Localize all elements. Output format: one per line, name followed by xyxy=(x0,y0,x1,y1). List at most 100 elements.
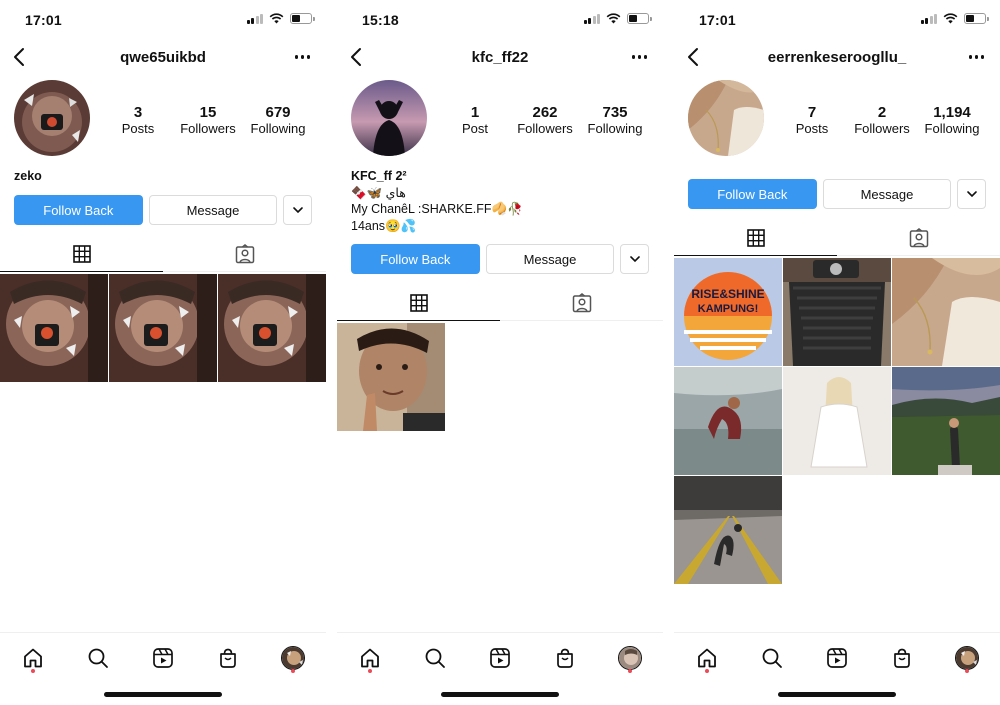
post-thumbnail[interactable]: RISE&SHINE KAMPUNG! xyxy=(674,258,782,366)
chevron-down-icon[interactable] xyxy=(620,244,649,274)
battery-icon xyxy=(627,13,652,24)
post-thumbnail[interactable] xyxy=(674,367,782,475)
avatar[interactable] xyxy=(688,80,764,156)
profile-stats: 7 Posts 2 Followers 1,194 Following xyxy=(777,104,987,137)
search-icon[interactable] xyxy=(83,643,113,673)
profile-stats: 1 Post 262 Followers 735 Following xyxy=(440,104,650,137)
home-indicator xyxy=(441,692,559,697)
avatar[interactable] xyxy=(351,80,427,156)
post-thumbnail[interactable] xyxy=(892,367,1000,475)
tab-grid[interactable] xyxy=(674,220,837,256)
post-thumbnail[interactable] xyxy=(218,274,326,382)
post-thumbnail[interactable] xyxy=(783,367,891,475)
status-time: 15:18 xyxy=(362,12,399,28)
profile-tabs xyxy=(674,220,1000,256)
wifi-icon xyxy=(943,13,958,24)
notification-dot xyxy=(965,669,969,673)
post-thumbnail[interactable] xyxy=(337,323,445,431)
tagged-person-icon xyxy=(572,293,591,313)
notification-dot xyxy=(705,669,709,673)
bio: KFC_ff 2² 🍫🦋 هاي My ChanêL :SHARKE.FF🥠🥀 … xyxy=(351,168,523,234)
chevron-down-icon[interactable] xyxy=(957,179,986,209)
bio-name: KFC_ff 2² xyxy=(351,169,407,183)
more-horizontal-icon[interactable] xyxy=(294,55,310,59)
bio-line: 🍫🦋 هاي xyxy=(351,185,406,200)
profile-stats: 3 Posts 15 Followers 679 Following xyxy=(103,104,313,137)
tab-tagged[interactable] xyxy=(163,236,326,272)
stat-followers[interactable]: 15 Followers xyxy=(173,104,243,137)
tab-tagged[interactable] xyxy=(500,285,663,321)
signal-icon xyxy=(583,13,600,24)
reels-icon[interactable] xyxy=(148,643,178,673)
profile-tabs xyxy=(0,236,326,272)
wifi-icon xyxy=(269,13,284,24)
follow-back-button[interactable]: Follow Back xyxy=(14,195,143,225)
action-buttons: Follow Back Message xyxy=(14,195,312,225)
post-thumbnail[interactable] xyxy=(109,274,217,382)
profile-username: eerrenkeseroogllu_ xyxy=(767,49,907,66)
shop-icon[interactable] xyxy=(887,643,917,673)
signal-icon xyxy=(246,13,263,24)
post-thumbnail[interactable] xyxy=(0,274,108,382)
message-button[interactable]: Message xyxy=(485,244,615,274)
message-button[interactable]: Message xyxy=(148,195,278,225)
tab-tagged[interactable] xyxy=(837,220,1000,256)
post-text: RISE&SHINE xyxy=(691,287,764,301)
avatar[interactable] xyxy=(14,80,90,156)
tab-grid[interactable] xyxy=(337,285,500,321)
battery-icon xyxy=(290,13,315,24)
post-thumbnail[interactable] xyxy=(674,476,782,584)
post-thumbnail[interactable] xyxy=(892,258,1000,366)
notification-dot xyxy=(628,669,632,673)
follow-back-button[interactable]: Follow Back xyxy=(688,179,817,209)
notification-dot xyxy=(368,669,372,673)
stat-followers[interactable]: 262 Followers xyxy=(510,104,580,137)
post-grid xyxy=(0,274,326,382)
grid-icon xyxy=(409,294,428,312)
action-buttons: Follow Back Message xyxy=(688,179,986,209)
stat-following[interactable]: 735 Following xyxy=(580,104,650,137)
reels-icon[interactable] xyxy=(822,643,852,673)
more-horizontal-icon[interactable] xyxy=(968,55,984,59)
status-icons xyxy=(920,13,989,24)
stat-followers[interactable]: 2 Followers xyxy=(847,104,917,137)
stat-posts[interactable]: 3 Posts xyxy=(103,104,173,137)
post-thumbnail[interactable] xyxy=(783,258,891,366)
tagged-person-icon xyxy=(909,228,928,248)
profile-screen-3: 17:01 eerrenkeseroogllu_ 7 Posts 2 Followe… xyxy=(674,0,1000,705)
chevron-down-icon[interactable] xyxy=(283,195,312,225)
post-grid: RISE&SHINE KAMPUNG! xyxy=(674,258,1000,584)
home-indicator xyxy=(104,692,222,697)
notification-dot xyxy=(31,669,35,673)
follow-back-button[interactable]: Follow Back xyxy=(351,244,480,274)
status-icons xyxy=(583,13,652,24)
more-horizontal-icon[interactable] xyxy=(631,55,647,59)
stat-following[interactable]: 679 Following xyxy=(243,104,313,137)
profile-screen-1: 17:01 qwe65uikbd 3 Posts 15 Followers 679 F… xyxy=(0,0,326,705)
status-bar: 17:01 xyxy=(674,0,1000,40)
bio-line: My ChanêL :SHARKE.FF🥠🥀 xyxy=(351,202,523,216)
notification-dot xyxy=(291,669,295,673)
stat-posts[interactable]: 1 Post xyxy=(440,104,510,137)
profile-tabs xyxy=(337,285,663,321)
home-indicator xyxy=(778,692,896,697)
signal-icon xyxy=(920,13,937,24)
grid-icon xyxy=(746,229,765,247)
action-buttons: Follow Back Message xyxy=(351,244,649,274)
stat-posts[interactable]: 7 Posts xyxy=(777,104,847,137)
search-icon[interactable] xyxy=(420,643,450,673)
bio: zeko xyxy=(14,168,42,185)
stat-following[interactable]: 1,194 Following xyxy=(917,104,987,137)
shop-icon[interactable] xyxy=(550,643,580,673)
wifi-icon xyxy=(606,13,621,24)
profile-username: qwe65uikbd xyxy=(120,49,206,66)
tagged-person-icon xyxy=(235,244,254,264)
shop-icon[interactable] xyxy=(213,643,243,673)
bio-name: zeko xyxy=(14,169,42,183)
reels-icon[interactable] xyxy=(485,643,515,673)
tab-grid[interactable] xyxy=(0,236,163,272)
active-tab-indicator xyxy=(337,319,500,321)
profile-username: kfc_ff22 xyxy=(471,49,529,66)
message-button[interactable]: Message xyxy=(822,179,952,209)
search-icon[interactable] xyxy=(757,643,787,673)
